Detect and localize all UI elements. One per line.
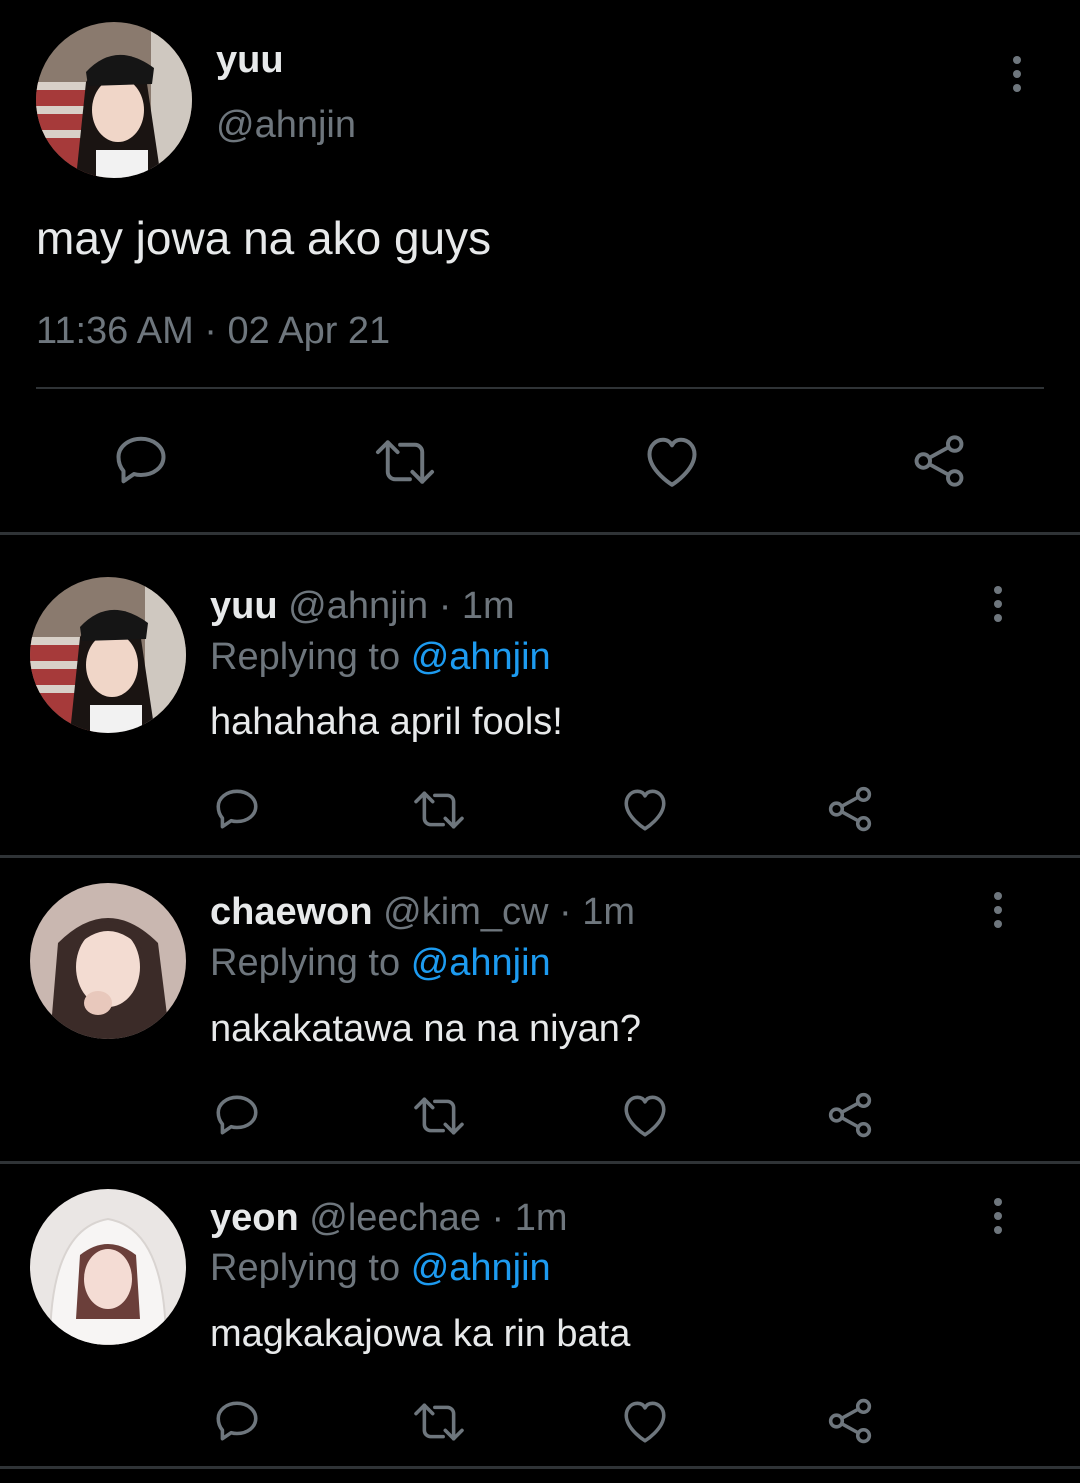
share-button[interactable] (910, 432, 968, 490)
reply-author-name[interactable]: yuu (210, 585, 278, 627)
replying-to-label: Replying to (210, 942, 401, 984)
more-options-button[interactable] (994, 586, 1002, 628)
retweet-button[interactable] (373, 434, 437, 490)
reply-button[interactable] (111, 430, 171, 490)
like-button[interactable] (620, 785, 670, 833)
reply-header: yuu @ahnjin · 1m (210, 584, 515, 628)
more-options-button[interactable] (994, 1198, 1002, 1240)
retweet-icon (375, 440, 435, 484)
retweet-button[interactable] (411, 1399, 467, 1445)
reply-time: · 1m (558, 891, 635, 933)
reply-author-handle[interactable]: @leechae (309, 1197, 481, 1239)
retweet-button[interactable] (411, 1093, 467, 1139)
replying-to-label: Replying to (210, 1247, 401, 1289)
tweet-timestamp[interactable]: 11:36 AM · 02 Apr 21 (36, 308, 390, 354)
avatar[interactable] (36, 22, 192, 178)
reply-author-name[interactable]: yeon (210, 1197, 299, 1239)
heart-icon (624, 1095, 666, 1137)
share-icon (914, 435, 964, 487)
section-divider (0, 1466, 1080, 1469)
retweet-icon (414, 1097, 464, 1135)
reply-text: hahahaha april fools! (210, 701, 563, 743)
replying-to: Replying to @ahnjin (210, 635, 551, 679)
more-options-button[interactable] (1013, 56, 1021, 98)
comment-icon (116, 436, 166, 484)
reply-header: chaewon @kim_cw · 1m (210, 890, 635, 934)
heart-icon (647, 437, 697, 487)
avatar[interactable] (30, 577, 186, 733)
replying-to: Replying to @ahnjin (210, 941, 551, 985)
reply-text: nakakatawa na na niyan? (210, 1008, 641, 1050)
more-vertical-icon (1013, 56, 1021, 64)
heart-icon (624, 789, 666, 831)
reply-author-handle[interactable]: @kim_cw (383, 891, 548, 933)
share-icon (828, 1092, 872, 1138)
timestamp-divider (36, 387, 1044, 389)
replying-to-link[interactable]: @ahnjin (411, 942, 551, 984)
replying-to-link[interactable]: @ahnjin (411, 636, 551, 678)
share-button[interactable] (825, 1090, 875, 1140)
reply-button[interactable] (212, 784, 262, 834)
reply-button[interactable] (212, 1396, 262, 1446)
section-divider (0, 855, 1080, 858)
replying-to-link[interactable]: @ahnjin (411, 1247, 551, 1289)
share-icon (828, 1398, 872, 1444)
reply-text: magkakajowa ka rin bata (210, 1313, 631, 1355)
comment-icon (216, 1095, 258, 1135)
avatar[interactable] (30, 1189, 186, 1345)
heart-icon (624, 1401, 666, 1443)
more-vertical-icon (994, 586, 1002, 594)
reply-time: · 1m (491, 1197, 568, 1239)
replying-to-label: Replying to (210, 636, 401, 678)
more-vertical-icon (994, 1198, 1002, 1206)
reply-author-handle[interactable]: @ahnjin (288, 585, 428, 627)
more-options-button[interactable] (994, 892, 1002, 934)
share-button[interactable] (825, 784, 875, 834)
share-icon (828, 786, 872, 832)
share-button[interactable] (825, 1396, 875, 1446)
reply-header: yeon @leechae · 1m (210, 1196, 568, 1240)
like-button[interactable] (620, 1397, 670, 1445)
author-name[interactable]: yuu (216, 38, 284, 82)
like-button[interactable] (620, 1091, 670, 1139)
comment-icon (216, 789, 258, 829)
reply-button[interactable] (212, 1090, 262, 1140)
section-divider (0, 1161, 1080, 1164)
retweet-button[interactable] (411, 787, 467, 833)
retweet-icon (414, 791, 464, 829)
more-vertical-icon (994, 892, 1002, 900)
reply-time: · 1m (438, 585, 515, 627)
avatar[interactable] (30, 883, 186, 1039)
comment-icon (216, 1401, 258, 1441)
like-button[interactable] (642, 432, 702, 490)
reply-author-name[interactable]: chaewon (210, 891, 373, 933)
section-divider (0, 532, 1080, 535)
retweet-icon (414, 1403, 464, 1441)
tweet-text: may jowa na ako guys (36, 212, 492, 264)
author-handle[interactable]: @ahnjin (216, 102, 356, 148)
replying-to: Replying to @ahnjin (210, 1246, 551, 1290)
